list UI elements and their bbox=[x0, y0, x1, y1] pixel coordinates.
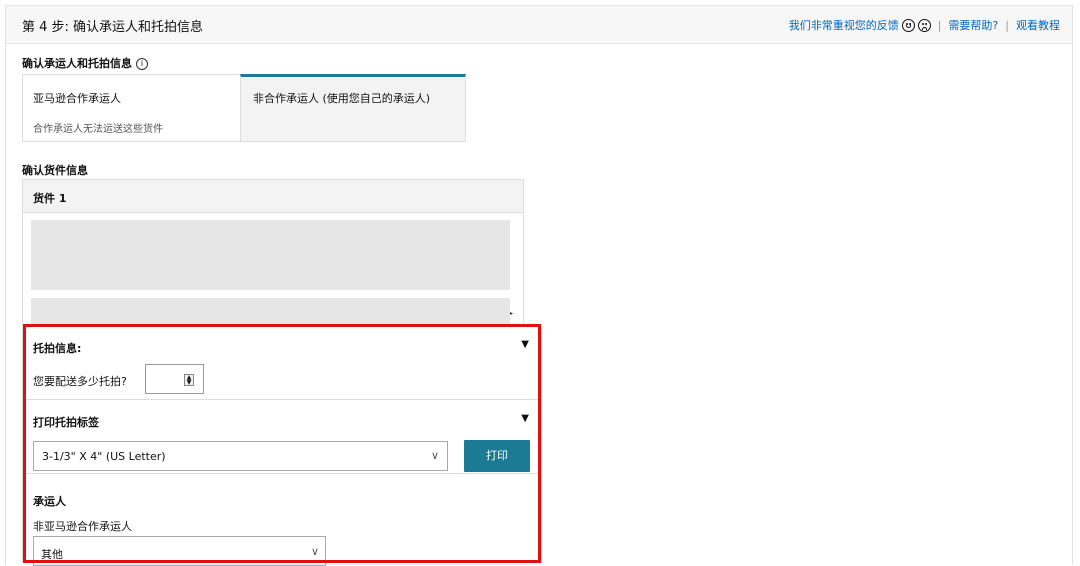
frown-face-icon[interactable] bbox=[917, 18, 931, 32]
redacted-block bbox=[31, 298, 510, 326]
pallet-info-section: 托拍信息: ▼ 您要配送多少托拍? ▲ ▼ bbox=[23, 326, 541, 400]
separator: | bbox=[1005, 18, 1009, 32]
carrier-subtitle: 非亚马逊合作承运人 bbox=[33, 520, 132, 533]
page-container: 第 4 步: 确认承运人和托拍信息 我们非常重视您的反馈 | 需要帮助? | 观… bbox=[5, 5, 1073, 566]
tutorial-link[interactable]: 观看教程 bbox=[1016, 17, 1060, 33]
carrier-heading-text: 确认承运人和托拍信息 bbox=[22, 57, 132, 70]
pallet-info-title: 托拍信息: bbox=[33, 342, 82, 355]
tab-non-partnered-carrier[interactable]: 非合作承运人 (使用您自己的承运人) bbox=[240, 74, 466, 142]
shipment-card: 货件 1 ▸ bbox=[22, 179, 524, 329]
carrier-select[interactable]: 其他 ∨ bbox=[33, 536, 326, 566]
pallet-quantity-stepper[interactable]: ▲ ▼ bbox=[145, 364, 204, 394]
tab-label: 亚马逊合作承运人 bbox=[33, 92, 121, 105]
redacted-block bbox=[31, 220, 510, 290]
carrier-title: 承运人 bbox=[33, 495, 66, 508]
shipment-section-heading: 确认货件信息 bbox=[22, 164, 88, 177]
separator: | bbox=[937, 18, 942, 32]
page-title: 第 4 步: 确认承运人和托拍信息 bbox=[22, 20, 204, 35]
smile-face-icon[interactable] bbox=[901, 18, 915, 32]
feedback-link[interactable]: 我们非常重视您的反馈 bbox=[789, 17, 899, 33]
label-size-value: 3-1/3" X 4" (US Letter) bbox=[42, 450, 166, 463]
pallet-label-title: 打印托拍标签 bbox=[33, 416, 99, 429]
tab-amazon-partnered-carrier[interactable]: 亚马逊合作承运人 合作承运人无法运送这些货件 bbox=[22, 74, 240, 142]
collapse-triangle-icon[interactable]: ▼ bbox=[521, 413, 529, 424]
header-links: 我们非常重视您的反馈 | 需要帮助? | 观看教程 bbox=[789, 17, 1060, 33]
carrier-select-value: 其他 bbox=[41, 548, 63, 561]
shipment-header: 货件 1 bbox=[23, 180, 523, 213]
chevron-down-icon: ∨ bbox=[430, 449, 439, 462]
chevron-down-icon: ∨ bbox=[310, 545, 319, 558]
collapse-triangle-icon[interactable]: ▼ bbox=[521, 339, 529, 350]
step-header: 第 4 步: 确认承运人和托拍信息 我们非常重视您的反馈 | 需要帮助? | 观… bbox=[6, 6, 1072, 44]
carrier-tabs: 亚马逊合作承运人 合作承运人无法运送这些货件 非合作承运人 (使用您自己的承运人… bbox=[22, 74, 466, 142]
print-button[interactable]: 打印 bbox=[464, 440, 530, 472]
pallet-panel: 托拍信息: ▼ 您要配送多少托拍? ▲ ▼ 打印托拍标签 ▼ 3-1/3" X 4… bbox=[22, 325, 542, 566]
pallet-quantity-label: 您要配送多少托拍? bbox=[33, 375, 127, 388]
info-icon[interactable]: i bbox=[136, 58, 148, 70]
carrier-section-heading: 确认承运人和托拍信息 i bbox=[22, 55, 148, 71]
label-size-select[interactable]: 3-1/3" X 4" (US Letter) ∨ bbox=[33, 441, 448, 471]
expand-arrow-icon[interactable]: ▸ bbox=[510, 310, 513, 317]
tab-note: 合作承运人无法运送这些货件 bbox=[33, 124, 163, 135]
spin-arrows-icon[interactable]: ▲ ▼ bbox=[184, 374, 194, 386]
shipment-title: 货件 1 bbox=[33, 192, 67, 205]
help-link[interactable]: 需要帮助? bbox=[948, 17, 998, 33]
tab-label: 非合作承运人 (使用您自己的承运人) bbox=[253, 92, 431, 105]
